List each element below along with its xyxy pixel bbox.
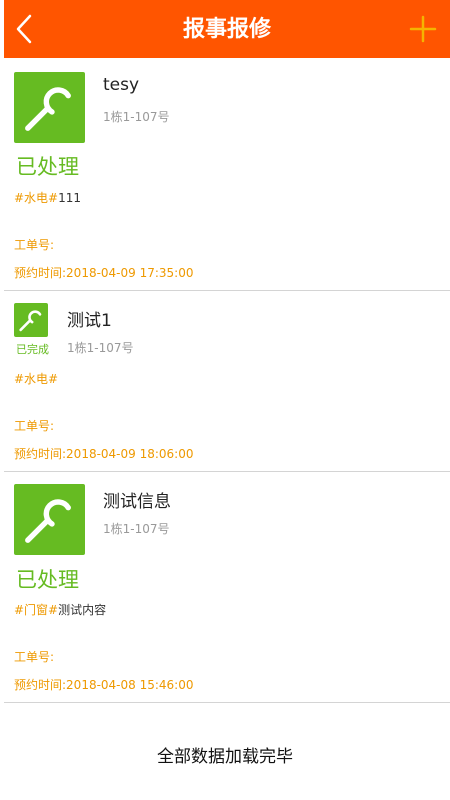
load-complete-text: 全部数据加载完毕 xyxy=(157,747,293,767)
appointment-time: 2018-04-09 17:35:00 xyxy=(66,266,194,280)
order-number-row: 工单号: xyxy=(14,648,54,665)
header-bar: 报事报修 xyxy=(4,0,450,58)
appointment-time: 2018-04-09 18:06:00 xyxy=(66,447,194,461)
status-label: 已完成 xyxy=(16,343,49,356)
wrench-icon xyxy=(25,499,71,543)
appointment-row: 预约时间:2018-04-08 15:46:00 xyxy=(14,676,194,693)
appointment-label: 预约时间: xyxy=(14,447,67,461)
appointment-time: 2018-04-08 15:46:00 xyxy=(66,678,194,692)
wrench-icon xyxy=(19,310,42,332)
category-tag: #门窗# xyxy=(14,603,59,617)
repair-icon-box xyxy=(14,484,85,555)
item-content: 测试内容 xyxy=(58,603,107,617)
page-title: 报事报修 xyxy=(182,17,271,42)
item-address: 1栋1-107号 xyxy=(103,110,170,124)
appointment-row: 预约时间:2018-04-09 17:35:00 xyxy=(14,264,194,281)
category-tag: #水电# xyxy=(14,372,59,386)
repair-icon-box xyxy=(14,72,85,143)
add-button[interactable] xyxy=(408,14,438,44)
status-label: 已处理 xyxy=(16,568,79,592)
order-number-label: 工单号: xyxy=(14,650,55,664)
item-content: 111 xyxy=(58,191,82,205)
list-item[interactable]: 已完成 测试1 1栋1-107号 #水电# 工单号: 预约时间:2018-04-… xyxy=(4,291,450,472)
order-number-label: 工单号: xyxy=(14,238,55,252)
item-description: #水电#111 xyxy=(14,189,81,206)
order-number-row: 工单号: xyxy=(14,236,54,253)
app-screen: 报事报修 tesy 1栋1-107号 已处理 #水电#111 工单号: 预约时间… xyxy=(0,0,450,800)
plus-icon xyxy=(409,15,437,43)
item-address: 1栋1-107号 xyxy=(67,341,134,355)
status-label: 已处理 xyxy=(16,155,79,179)
order-number-label: 工单号: xyxy=(14,419,55,433)
appointment-label: 预约时间: xyxy=(14,678,67,692)
item-description: #门窗#测试内容 xyxy=(14,601,106,618)
item-title: 测试1 xyxy=(67,311,112,331)
wrench-icon xyxy=(25,87,71,131)
item-address: 1栋1-107号 xyxy=(103,522,170,536)
category-tag: #水电# xyxy=(14,191,59,205)
list-item[interactable]: 测试信息 1栋1-107号 已处理 #门窗#测试内容 工单号: 预约时间:201… xyxy=(4,472,450,703)
list-item[interactable]: tesy 1栋1-107号 已处理 #水电#111 工单号: 预约时间:2018… xyxy=(4,58,450,291)
appointment-label: 预约时间: xyxy=(14,266,67,280)
order-number-row: 工单号: xyxy=(14,417,54,434)
item-title: 测试信息 xyxy=(103,492,171,512)
repair-icon-box xyxy=(14,303,48,337)
item-title: tesy xyxy=(103,75,140,95)
item-description: #水电# xyxy=(14,370,58,387)
appointment-row: 预约时间:2018-04-09 18:06:00 xyxy=(14,445,194,462)
